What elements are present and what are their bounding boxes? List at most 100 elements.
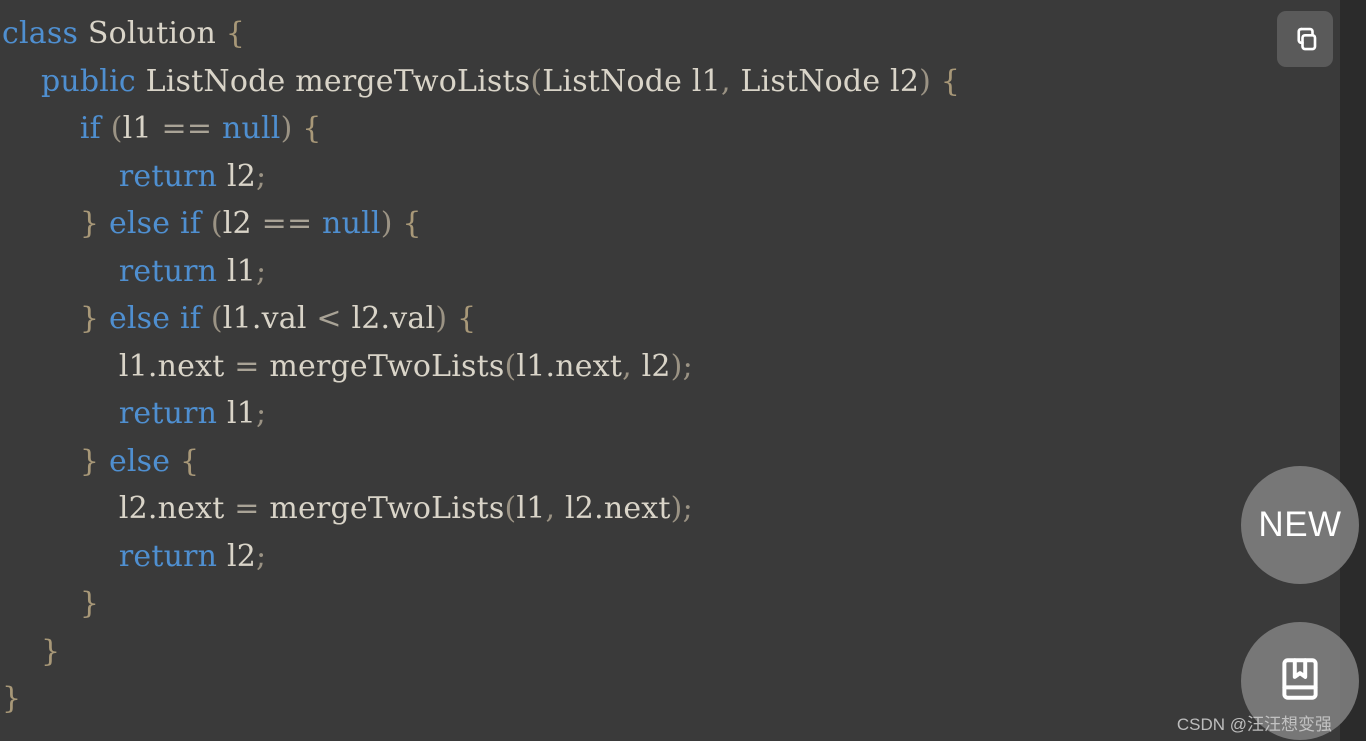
- code-token: l2.val: [351, 301, 436, 336]
- code-token: class: [2, 16, 79, 51]
- code-line: return l2;: [0, 533, 1340, 581]
- code-token: null: [322, 206, 381, 241]
- code-token: ;: [256, 396, 267, 431]
- code-line: class Solution {: [0, 10, 1340, 58]
- code-token: }: [2, 681, 22, 716]
- new-floating-button[interactable]: NEW: [1241, 466, 1359, 584]
- code-token: {: [180, 443, 200, 479]
- code-token: ;: [256, 538, 267, 574]
- code-line: } else if (l1.val < l2.val) {: [0, 295, 1340, 343]
- new-floating-button-label: NEW: [1258, 505, 1342, 544]
- code-line: }: [0, 675, 1340, 723]
- code-token: l2.next: [118, 491, 225, 526]
- code-token: ,: [545, 491, 565, 526]
- code-token: l1.val: [222, 301, 307, 336]
- code-token: =: [234, 348, 260, 384]
- code-token: {: [940, 63, 961, 99]
- code-token: if: [79, 111, 101, 146]
- code-line: }: [0, 580, 1340, 628]
- copy-icon: [1290, 24, 1320, 54]
- code-token: l2: [222, 206, 252, 241]
- copy-code-button[interactable]: [1277, 11, 1333, 67]
- code-token: return: [118, 396, 218, 431]
- code-line: l2.next = mergeTwoLists(l1, l2.next);: [0, 485, 1340, 533]
- code-token: else: [108, 206, 171, 241]
- code-line: if (l1 == null) {: [0, 105, 1340, 153]
- code-token: l2: [641, 348, 671, 384]
- code-block[interactable]: class Solution { public ListNode mergeTw…: [0, 0, 1340, 741]
- code-token: ): [280, 111, 293, 146]
- code-token: l1: [226, 253, 257, 289]
- code-line: l1.next = mergeTwoLists(l1.next, l2);: [0, 343, 1340, 391]
- code-token: ): [670, 348, 683, 384]
- csdn-watermark: CSDN @汪汪想变强: [1176, 715, 1332, 734]
- code-token: }: [79, 206, 100, 241]
- code-token: Solution: [87, 16, 216, 51]
- code-token: (: [504, 491, 517, 526]
- code-token: ListNode: [542, 63, 683, 99]
- code-line: }: [0, 628, 1340, 676]
- code-token: else: [108, 301, 171, 336]
- code-token: {: [456, 301, 477, 336]
- code-token: l1: [516, 491, 546, 526]
- code-token: null: [221, 111, 281, 146]
- code-token: l2.next: [565, 491, 671, 526]
- code-token: (: [504, 348, 517, 384]
- code-token: l1: [122, 111, 152, 146]
- code-line: return l2;: [0, 153, 1340, 201]
- code-token: l2: [890, 63, 920, 99]
- code-token: l1.next: [118, 348, 225, 384]
- code-token: l2: [226, 158, 257, 194]
- code-token: return: [118, 253, 218, 289]
- code-viewer-screen: class Solution { public ListNode mergeTw…: [0, 0, 1366, 741]
- book-icon: [1275, 654, 1325, 708]
- code-token: }: [40, 633, 61, 669]
- code-token: mergeTwoLists: [269, 348, 505, 384]
- code-token: (: [210, 206, 223, 241]
- code-token: else: [108, 443, 171, 479]
- code-token: ==: [161, 111, 213, 146]
- code-token: <: [316, 301, 342, 336]
- code-token: l1: [226, 396, 257, 431]
- code-token: ): [919, 63, 932, 99]
- code-token: if: [180, 301, 202, 336]
- code-token: ListNode: [145, 63, 286, 99]
- code-token: ): [435, 301, 448, 336]
- code-line: return l1;: [0, 390, 1340, 438]
- code-token: mergeTwoLists: [269, 491, 505, 526]
- code-token: l2: [226, 538, 257, 574]
- code-token: }: [79, 301, 100, 336]
- code-line: public ListNode mergeTwoLists(ListNode l…: [0, 58, 1340, 106]
